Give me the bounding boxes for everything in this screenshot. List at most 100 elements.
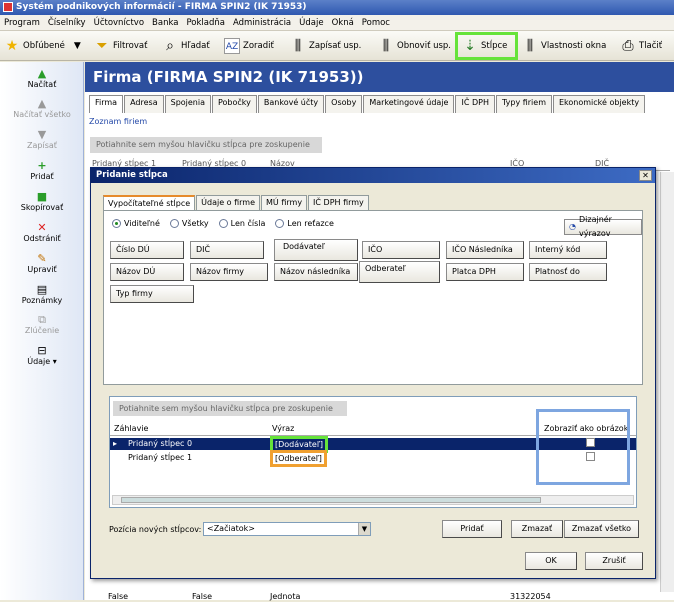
field-ico[interactable]: IČO [362,241,440,259]
tab-ekonomicke-objekty[interactable]: Ekonomické objekty [552,95,646,113]
tab-spojenia[interactable]: Spojenia [164,95,211,113]
plus-icon: + [37,159,47,172]
magnifier-icon: ⌕ [166,38,174,54]
notes-button[interactable]: ▤ Poznámky [0,283,84,306]
menu-ciselniky[interactable]: Číselníky [44,15,90,30]
tab-pobocky[interactable]: Pobočky [212,95,257,113]
menu-okna[interactable]: Okná [328,15,358,30]
window-properties-button[interactable]: ⫼ Vlastnosti okna [522,35,607,57]
columns-button[interactable]: ⇣ Stĺpce [455,32,518,60]
tab-osoby[interactable]: Osoby [325,95,363,113]
close-icon[interactable]: ✕ [639,170,652,181]
radio-visible[interactable]: Viditeľné [112,219,160,228]
load-button[interactable]: ▲ Načítať [0,68,84,90]
field-cislo-du[interactable]: Číslo DÚ [110,241,184,259]
filter-button[interactable]: ⏷ Filtrovať [94,35,147,57]
radio-all[interactable]: Všetky [169,219,209,228]
field-typ-firmy[interactable]: Typ firmy [110,285,194,303]
add-button[interactable]: + Pridať [0,159,84,182]
field-interny-kod[interactable]: Interný kód [529,241,607,259]
tab-company-vat[interactable]: IČ DPH firmy [308,195,369,210]
notes-icon: ▤ [36,283,48,296]
add-column-dialog: Pridanie stĺpca ✕ Vypočítateľné stĺpce Ú… [90,167,656,579]
expression-cell[interactable]: [Odberateľ] [270,450,327,467]
position-select[interactable]: <Začiatok> ▼ [203,522,371,536]
fields-panel: Viditeľné Všetky Len čísla Len reťazce ◔… [103,210,643,385]
edit-button[interactable]: ✎ Upraviť [0,253,84,275]
sort-button[interactable]: AZ Zoradiť [224,35,274,57]
expression-designer-button[interactable]: ◔ Dizajnér výrazov [564,215,642,238]
col-header-zahlavie[interactable]: Záhlavie [114,424,148,433]
search-button[interactable]: ⌕ Hľadať [162,35,210,57]
main-tabs: Firma Adresa Spojenia Pobočky Bankové úč… [89,95,646,113]
delete-button[interactable]: Zmazať [511,520,563,538]
field-nazov-du[interactable]: Názov DÚ [110,263,184,281]
favorites-button[interactable]: ★ Obľúbené ▼ [4,35,81,57]
menu-pokladna[interactable]: Pokladňa [182,15,229,30]
tab-computed-columns[interactable]: Vypočítateľné stĺpce [103,195,196,210]
copy-button[interactable]: ■ Skopírovať [0,191,84,213]
data-icon: ⊟ [37,344,47,357]
radio-strings-only[interactable]: Len reťazce [275,219,334,228]
horizontal-scrollbar[interactable] [112,495,634,505]
delete-button[interactable]: ✕ Odstrániť [0,222,84,244]
tab-marketingove-udaje[interactable]: Marketingové údaje [363,95,455,113]
page-title: Firma (FIRMA SPIN2 (IK 71953)) [85,62,674,92]
menu-administracia[interactable]: Administrácia [229,15,295,30]
printer-icon: ⎙ [622,38,634,54]
sort-az-icon: AZ [224,38,240,54]
chevron-down-icon[interactable]: ▼ [74,41,81,51]
position-label: Pozícia nových stĺpcov: [109,525,202,534]
tab-typy-firiem[interactable]: Typy firiem [495,95,552,113]
chevron-down-icon[interactable]: ▼ [358,523,370,535]
columns-save-icon: ⫼ [294,38,302,54]
col-header-vyraz[interactable]: Výraz [272,424,294,433]
merge-button[interactable]: ⧉ Zlúčenie [0,313,84,336]
data-button[interactable]: ⊟ Údaje ▾ [0,344,84,367]
write-settings-button[interactable]: ⫼ Zapísať usp. [290,35,362,57]
funnel-icon: ⏷ [96,38,108,54]
save-button[interactable]: ▼ Zapísať [0,128,84,151]
tab-company-mu[interactable]: MÚ firmy [261,195,308,210]
field-platnost-do[interactable]: Platnosť do [529,263,607,281]
menu-program[interactable]: Program [0,15,44,30]
radio-numbers-only[interactable]: Len čísla [218,219,265,228]
load-all-button[interactable]: ▲ Načítať všetko [0,97,84,120]
cancel-button[interactable]: Zrušiť [585,552,643,570]
menu-banka[interactable]: Banka [148,15,182,30]
field-dic[interactable]: DIČ [190,241,264,259]
window-title-bar: Systém podnikových informácií - FIRMA SP… [0,0,674,15]
tab-ic-dph[interactable]: IČ DPH [455,95,495,113]
add-button[interactable]: Pridať [442,520,502,538]
chevron-down-icon: ▾ [52,357,57,366]
field-nazov-naslednika[interactable]: Názov následníka [274,263,358,281]
arrow-up-double-icon: ▲ [37,97,47,110]
table-row[interactable]: False False Jednota 31322054 [90,592,670,602]
menu-udaje[interactable]: Údaje [295,15,327,30]
tab-bankove-ucty[interactable]: Bankové účty [257,95,325,113]
group-by-hint[interactable]: Potiahnite sem myšou hlavičku stĺpca pre… [113,401,347,416]
ok-button[interactable]: OK [525,552,577,570]
window-props-icon: ⫼ [526,38,534,54]
vertical-scrollbar[interactable] [660,172,674,592]
group-by-hint[interactable]: Potiahnite sem myšou hlavičku stĺpca pre… [90,137,322,153]
menu-bar: Program Číselníky Účtovníctvo Banka Pokl… [0,15,674,31]
restore-settings-button[interactable]: ⫼ Obnoviť usp. [378,35,451,57]
print-button[interactable]: ⎙ Tlačiť [620,35,662,57]
field-platca-dph[interactable]: Platca DPH [446,263,524,281]
tab-adresa[interactable]: Adresa [124,95,164,113]
menu-uctovnictvo[interactable]: Účtovníctvo [90,15,148,30]
field-odberatel[interactable]: Odberateľ [359,261,440,283]
arrow-down-icon: ▼ [37,128,47,141]
merge-icon: ⧉ [38,313,46,326]
field-dodavatel[interactable]: Dodávateľ [274,239,358,261]
columns-restore-icon: ⫼ [382,38,390,54]
menu-pomoc[interactable]: Pomoc [358,15,394,30]
dialog-tabs: Vypočítateľné stĺpce Údaje o firme MÚ fi… [103,195,370,210]
field-ico-naslednika[interactable]: IČO Následníka [446,241,524,259]
tab-company-data[interactable]: Údaje o firme [196,195,261,210]
tab-firma[interactable]: Firma [89,95,124,113]
field-nazov-firmy[interactable]: Názov firmy [190,263,268,281]
delete-all-button[interactable]: Zmazať všetko [564,520,639,538]
toolbar: ★ Obľúbené ▼ ⏷ Filtrovať ⌕ Hľadať AZ Zor… [0,31,674,61]
